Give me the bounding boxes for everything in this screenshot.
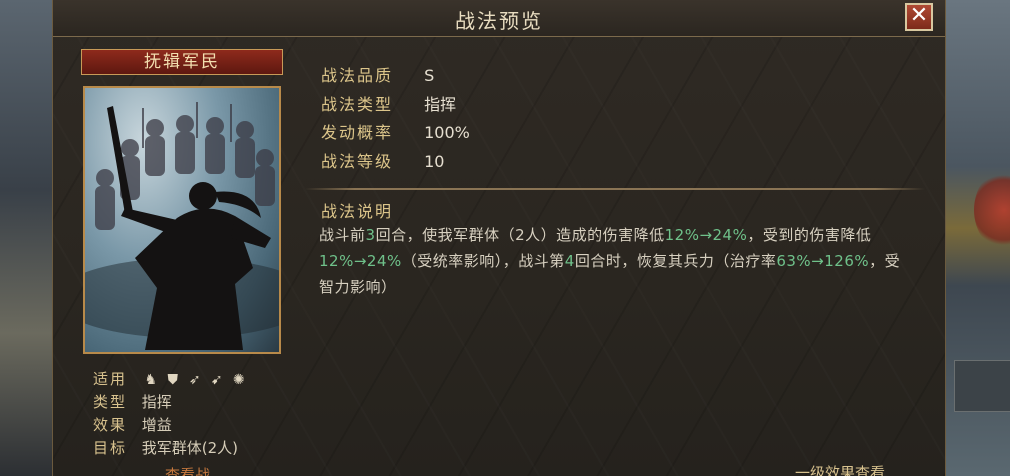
- property-type: 战法类型 指挥: [321, 91, 470, 120]
- property-label: 战法等级: [321, 151, 394, 171]
- meta-label: 目标: [93, 439, 128, 457]
- tactic-description: 战斗前3回合，使我军群体（2人）造成的伤害降低12%→24%，受到的伤害降低12…: [319, 222, 909, 300]
- desc-number: 12%→24%: [319, 252, 402, 270]
- meta-label: 类型: [93, 393, 128, 411]
- tactic-properties: 战法品质 S 战法类型 指挥 发动概率 100% 战法等级 10: [321, 62, 470, 176]
- bow-icon: ➶: [188, 371, 201, 388]
- background-emblem: [974, 170, 1010, 250]
- property-level: 战法等级 10: [321, 148, 470, 177]
- description-heading: 战法说明: [321, 202, 394, 221]
- background-scene-right: [944, 0, 1010, 476]
- property-value: S: [424, 66, 435, 85]
- tactic-meta-list: 适用 ♞ ⛊ ➶ ➹ ✺ 类型 指挥 效果 增益 目标 我军群体(2人): [93, 368, 248, 460]
- dialog-title: 战法预览: [455, 9, 543, 33]
- desc-text: 回合时，恢复其兵力（治疗率: [574, 252, 777, 270]
- meta-value: 增益: [141, 416, 172, 434]
- shield-icon: ⛊: [167, 371, 179, 388]
- meta-row-applies: 适用 ♞ ⛊ ➶ ➹ ✺: [93, 368, 248, 391]
- desc-number: 4: [564, 252, 575, 270]
- desc-number: 63%→126%: [776, 252, 870, 270]
- close-button[interactable]: ✕: [905, 3, 933, 31]
- level-one-effect-link[interactable]: 一级效果查看: [795, 462, 885, 476]
- meta-value: 指挥: [141, 393, 172, 411]
- tactic-preview-dialog: 战法预览 ✕ 抚辑军民 适用 ♞ ⛊ ➶ ➹ ✺ 类型 指挥 效果 增益 目标 …: [52, 0, 946, 476]
- section-divider: [305, 188, 925, 190]
- siege-icon: ✺: [232, 371, 245, 388]
- desc-text: 回合，使我军群体（2人）造成的伤害降低: [375, 226, 665, 244]
- warrior-silhouette-illustration: [85, 102, 279, 350]
- property-trigger-rate: 发动概率 100%: [321, 119, 470, 148]
- background-scene-left: [0, 0, 52, 476]
- view-strategy-link[interactable]: 查看战: [165, 464, 210, 476]
- desc-text: （受统率影响），战斗第: [401, 252, 565, 270]
- property-value: 指挥: [424, 94, 457, 114]
- troop-type-icons: ♞ ⛊ ➶ ➹ ✺: [142, 371, 248, 389]
- meta-row-target: 目标 我军群体(2人): [93, 437, 248, 460]
- desc-number: 12%→24%: [664, 226, 748, 244]
- desc-text: 战斗前: [319, 226, 366, 244]
- close-icon: ✕: [909, 3, 929, 28]
- property-label: 战法品质: [321, 66, 394, 85]
- property-label: 战法类型: [321, 94, 394, 114]
- meta-row-effect: 效果 增益: [93, 414, 248, 437]
- meta-value: 我军群体(2人): [141, 439, 239, 457]
- tactic-card-art: [83, 86, 281, 354]
- meta-row-type: 类型 指挥: [93, 391, 248, 414]
- meta-label: 效果: [93, 416, 128, 434]
- spear-icon: ➹: [210, 371, 223, 388]
- property-label: 发动概率: [321, 123, 394, 142]
- desc-number: 3: [365, 226, 376, 244]
- cavalry-icon: ♞: [144, 371, 158, 388]
- property-quality: 战法品质 S: [321, 62, 470, 91]
- desc-text: ，受到的伤害降低: [747, 226, 872, 244]
- game-screen: 战法预览 ✕ 抚辑军民 适用 ♞ ⛊ ➶ ➹ ✺ 类型 指挥 效果 增益 目标 …: [0, 0, 1010, 476]
- property-value: 10: [424, 151, 445, 171]
- background-panel: [954, 360, 1010, 412]
- tactic-name-banner: 抚辑军民: [81, 49, 283, 75]
- meta-label: 适用: [93, 370, 128, 388]
- dialog-titlebar: 战法预览 ✕: [53, 0, 945, 37]
- property-value: 100%: [424, 123, 470, 142]
